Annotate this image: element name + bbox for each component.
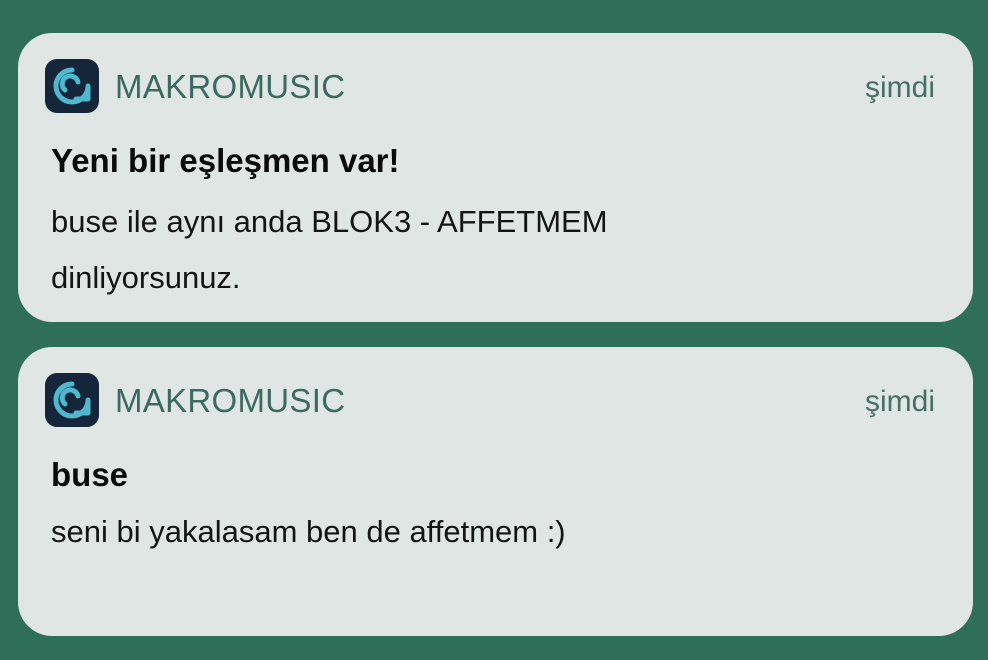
makromusic-app-icon [45,373,99,427]
notification-body: seni bi yakalasam ben de affetmem :) [51,514,566,549]
notification-time: şimdi [864,71,935,104]
notification-screen: { "notifications": [ { "app_icon": "makr… [0,0,988,660]
app-name: MAKROMUSIC [115,68,346,105]
notification-card-match[interactable]: MAKROMUSIC şimdi Yeni bir eşleşmen var! … [18,33,973,322]
notification-card-message[interactable]: MAKROMUSIC şimdi buse seni bi yakalasam … [18,347,973,636]
notification-title: Yeni bir eşleşmen var! [51,142,400,179]
notification-body: buse ile aynı anda BLOK3 - AFFETMEM dinl… [51,204,608,295]
makromusic-app-icon [45,59,99,113]
notification-title: buse [51,456,129,493]
notification-time: şimdi [864,385,935,418]
app-name: MAKROMUSIC [115,382,346,419]
